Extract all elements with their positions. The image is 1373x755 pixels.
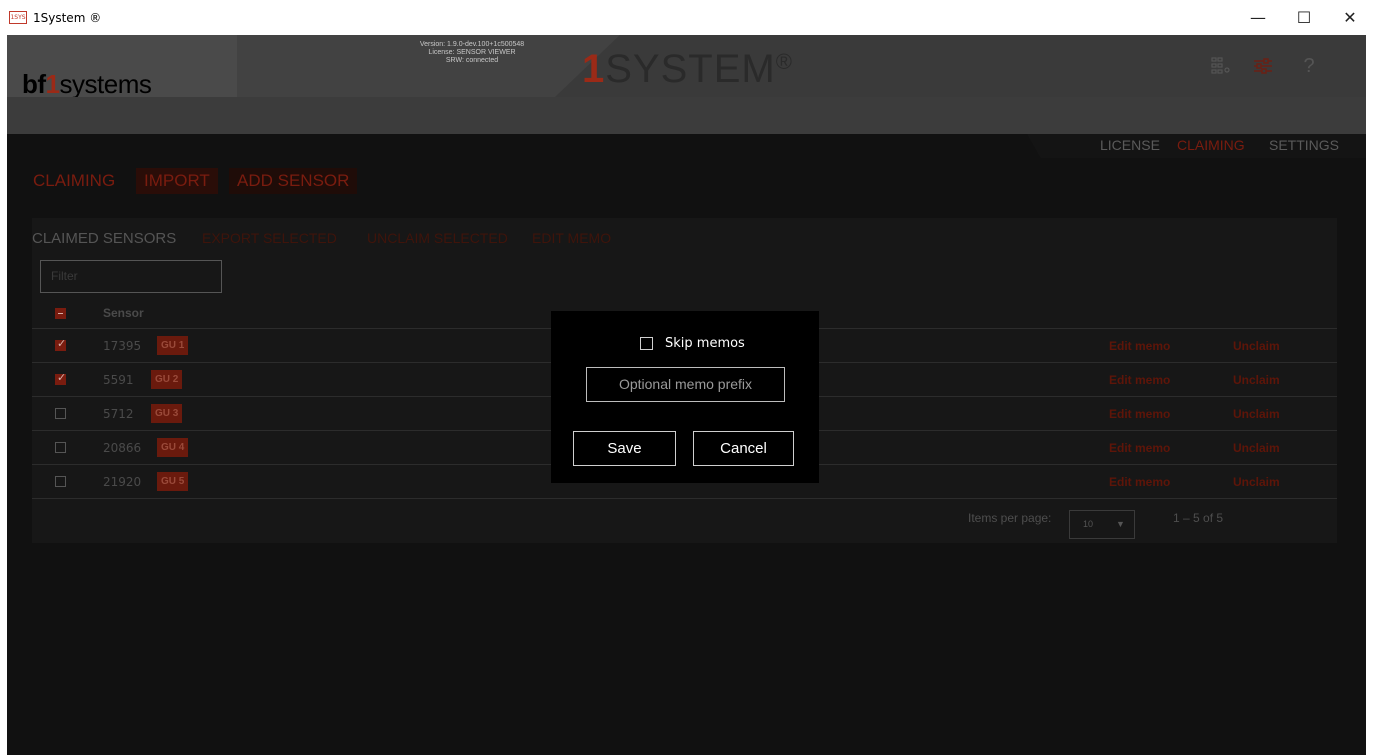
srw-line: SRW: connected	[445, 57, 499, 64]
logo-area: bf1systems	[7, 35, 237, 99]
help-icon[interactable]: ?	[1296, 53, 1322, 79]
row-checkbox[interactable]	[55, 371, 66, 385]
edit-memo-button[interactable]: EDIT MEMO	[532, 230, 611, 246]
app-header: bf1systems Version: 1.9.0-dev.100+1c5005…	[7, 35, 1366, 99]
export-selected-button[interactable]: EXPORT SELECTED	[202, 230, 337, 246]
tab-import[interactable]: IMPORT	[136, 168, 218, 194]
tab-claiming[interactable]: CLAIMING	[25, 168, 123, 194]
tab-add-sensor[interactable]: ADD SENSOR	[229, 168, 358, 194]
row-edit-memo[interactable]: Edit memo	[1109, 339, 1170, 353]
sensor-id: 20866	[103, 441, 142, 455]
close-button[interactable]: ✕	[1327, 0, 1373, 35]
column-sensor: Sensor	[103, 306, 144, 320]
sliders-icon[interactable]	[1250, 53, 1276, 79]
memo-dialog: Skip memos Optional memo prefix Save Can…	[551, 311, 819, 483]
maximize-button[interactable]: ☐	[1281, 0, 1327, 35]
row-unclaim[interactable]: Unclaim	[1233, 441, 1280, 455]
chevron-down-icon: ▼	[1116, 519, 1125, 529]
gu-badge: GU 1	[157, 336, 189, 355]
brand-title: 1SYSTEM®	[582, 47, 793, 91]
grid-icon[interactable]	[1208, 53, 1234, 79]
sensor-id: 21920	[103, 475, 142, 489]
gu-badge: GU 2	[151, 370, 183, 389]
row-checkbox[interactable]	[55, 408, 66, 419]
filter-input[interactable]: Filter	[40, 260, 222, 293]
skip-memos-checkbox[interactable]	[640, 337, 653, 350]
nav-license[interactable]: LICENSE	[1100, 137, 1160, 153]
nav-settings[interactable]: SETTINGS	[1269, 137, 1339, 153]
sensor-id: 5712	[103, 407, 134, 421]
items-per-page-label: Items per page:	[968, 511, 1052, 525]
row-edit-memo[interactable]: Edit memo	[1109, 407, 1170, 421]
company-logo: bf1systems	[22, 69, 152, 99]
version-info: Version: 1.9.0-dev.100+1c500548 License:…	[397, 41, 547, 65]
row-edit-memo[interactable]: Edit memo	[1109, 441, 1170, 455]
row-edit-memo[interactable]: Edit memo	[1109, 373, 1170, 387]
row-checkbox[interactable]	[55, 337, 66, 351]
version-line: Version: 1.9.0-dev.100+1c500548	[419, 41, 525, 48]
row-checkbox[interactable]	[55, 442, 66, 453]
row-unclaim[interactable]: Unclaim	[1233, 407, 1280, 421]
app-root: bf1systems Version: 1.9.0-dev.100+1c5005…	[7, 35, 1366, 755]
skip-memos-option[interactable]: Skip memos	[640, 336, 745, 351]
window-title: 1System ®	[33, 10, 102, 25]
skip-memos-label: Skip memos	[665, 336, 745, 351]
items-per-page-select[interactable]: 10 ▼	[1069, 510, 1135, 539]
window-titlebar: 1SYS 1System ® — ☐ ✕	[0, 0, 1373, 35]
sensor-id: 17395	[103, 339, 142, 353]
memo-prefix-input[interactable]: Optional memo prefix	[586, 367, 785, 402]
cancel-button[interactable]: Cancel	[693, 431, 794, 466]
minimize-button[interactable]: —	[1235, 0, 1281, 35]
row-unclaim[interactable]: Unclaim	[1233, 373, 1280, 387]
header-subbar	[7, 97, 1366, 134]
items-per-page-value: 10	[1083, 519, 1094, 529]
gu-badge: GU 4	[157, 438, 189, 457]
save-button[interactable]: Save	[573, 431, 676, 466]
card-title: CLAIMED SENSORS	[32, 230, 177, 247]
row-unclaim[interactable]: Unclaim	[1233, 475, 1280, 489]
nav-claiming[interactable]: CLAIMING	[1177, 137, 1245, 153]
unclaim-selected-button[interactable]: UNCLAIM SELECTED	[367, 230, 508, 246]
app-icon: 1SYS	[9, 11, 27, 24]
row-edit-memo[interactable]: Edit memo	[1109, 475, 1170, 489]
select-all-checkbox[interactable]	[55, 308, 66, 319]
gu-badge: GU 5	[157, 472, 189, 491]
sensor-id: 5591	[103, 373, 134, 387]
row-unclaim[interactable]: Unclaim	[1233, 339, 1280, 353]
license-line: License: SENSOR VIEWER	[428, 49, 516, 56]
row-checkbox[interactable]	[55, 476, 66, 487]
paginator-range: 1 – 5 of 5	[1173, 511, 1224, 525]
gu-badge: GU 3	[151, 404, 183, 423]
